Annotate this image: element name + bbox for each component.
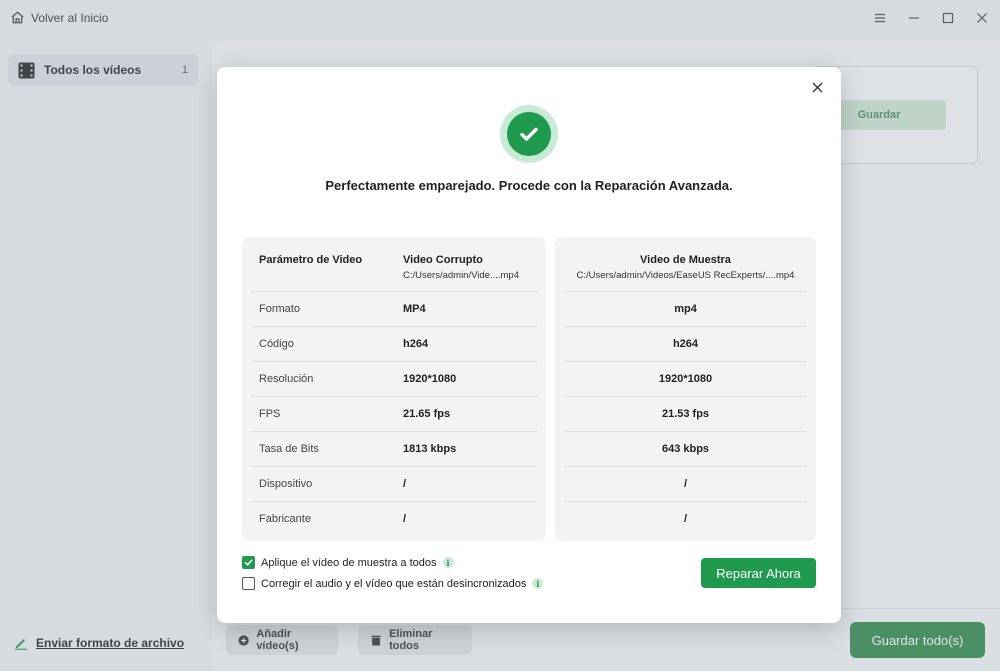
table-row: Fabricante /	[242, 501, 546, 536]
table-row: 643 kbps	[555, 431, 816, 466]
sample-value: 21.53 fps	[661, 407, 710, 420]
corrupt-value: 1920*1080	[403, 372, 457, 385]
dialog-close-button[interactable]	[807, 77, 827, 97]
sample-value: /	[683, 477, 688, 490]
sample-value: 643 kbps	[661, 442, 710, 455]
match-dialog: Perfectamente emparejado. Procede con la…	[217, 67, 841, 623]
corrupt-value: /	[403, 477, 407, 490]
table-row: 1920*1080	[555, 361, 816, 396]
param-column-header: Parámetro de Video	[259, 254, 363, 266]
param-name: Código	[259, 337, 294, 350]
table-row: Dispositivo /	[242, 466, 546, 501]
check-icon	[244, 559, 253, 566]
corrupt-value: /	[403, 512, 407, 525]
table-row: Código h264	[242, 326, 546, 361]
table-row: /	[555, 466, 816, 501]
success-check-icon	[500, 105, 558, 163]
table-row: Tasa de Bits 1813 kbps	[242, 431, 546, 466]
param-name: Tasa de Bits	[259, 442, 319, 455]
info-icon[interactable]: i	[442, 557, 454, 568]
table-row: Formato MP4	[242, 291, 546, 326]
corrupt-video-panel: Parámetro de Video Video Corrupto C:/Use…	[242, 237, 546, 541]
sample-value: 1920*1080	[658, 372, 713, 385]
table-row: FPS 21.65 fps	[242, 396, 546, 431]
table-row: mp4	[555, 291, 816, 326]
param-name: Dispositivo	[259, 477, 313, 490]
param-name: Formato	[259, 302, 300, 315]
info-icon[interactable]: i	[532, 578, 544, 589]
sample-column-header: Video de Muestra	[640, 254, 731, 266]
sample-value: /	[683, 512, 688, 525]
corrupt-value: MP4	[403, 302, 426, 315]
corrupt-column-header: Video Corrupto	[403, 254, 483, 266]
sample-video-panel: Video de Muestra C:/Users/admin/Videos/E…	[555, 237, 816, 541]
table-row: 21.53 fps	[555, 396, 816, 431]
fix-sync-option[interactable]: Corregir el audio y el vídeo que están d…	[242, 577, 544, 590]
corrupt-value: 1813 kbps	[403, 442, 457, 455]
param-name: Fabricante	[259, 512, 311, 525]
apply-sample-checkbox[interactable]	[242, 556, 255, 569]
param-name: FPS	[259, 407, 281, 420]
fix-sync-checkbox[interactable]	[242, 577, 255, 590]
fix-sync-label: Corregir el audio y el vídeo que están d…	[261, 577, 527, 590]
sample-value: mp4	[674, 302, 697, 315]
dialog-headline: Perfectamente emparejado. Procede con la…	[325, 178, 733, 193]
table-header: Parámetro de Video Video Corrupto C:/Use…	[242, 237, 546, 291]
close-icon	[812, 82, 822, 92]
corrupt-file-path: C:/Users/admin/Vide....mp4	[403, 270, 519, 281]
table-header: Video de Muestra C:/Users/admin/Videos/E…	[555, 237, 816, 291]
apply-sample-option[interactable]: Aplique el vídeo de muestra a todos i	[242, 556, 454, 569]
table-row: Resolución 1920*1080	[242, 361, 546, 396]
table-row: h264	[555, 326, 816, 361]
sample-value: h264	[672, 337, 699, 350]
param-name: Resolución	[259, 372, 314, 385]
corrupt-value: 21.65 fps	[403, 407, 451, 420]
sample-file-path: C:/Users/admin/Videos/EaseUS RecExperts/…	[576, 270, 795, 281]
table-row: /	[555, 501, 816, 536]
apply-sample-label: Aplique el vídeo de muestra a todos	[261, 556, 437, 569]
repair-now-button[interactable]: Reparar Ahora	[701, 558, 816, 588]
corrupt-value: h264	[403, 337, 429, 350]
